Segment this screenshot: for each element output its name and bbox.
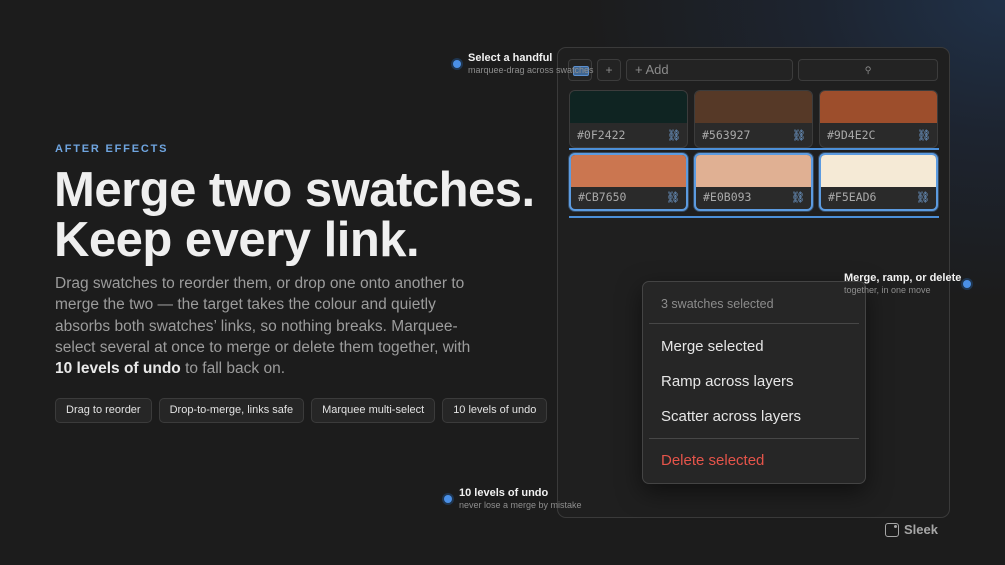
callout-title: Select a handful: [468, 52, 553, 64]
callout-merge: Merge, ramp, or delete together, in one …: [844, 272, 971, 295]
menu-item-delete-selected[interactable]: Delete selected: [661, 452, 764, 469]
add-swatch-button[interactable]: +: [597, 59, 621, 81]
link-icon: ⛓: [916, 192, 930, 204]
swatch-hex: #F5EAD6: [828, 190, 877, 204]
callout-undo: 10 levels of undo never lose a merge by …: [444, 487, 582, 510]
link-icon: ⛓: [666, 192, 680, 204]
brand-name: Sleek: [904, 522, 938, 537]
swatch-tile[interactable]: #0F2422 ⛓: [569, 90, 688, 148]
callout-subtitle: marquee-drag across swatches: [468, 65, 594, 75]
swatch-tile-selected[interactable]: #E0B093 ⛓: [694, 153, 813, 211]
swatch-tile[interactable]: #9D4E2C ⛓: [819, 90, 938, 148]
chip-drop-to-merge: Drop-to-merge, links safe: [158, 398, 305, 423]
menu-divider: [649, 438, 859, 439]
row-drop-indicator: [569, 216, 939, 218]
callout-title: 10 levels of undo: [459, 487, 549, 499]
menu-item-ramp-across-layers[interactable]: Ramp across layers: [661, 373, 794, 390]
swatch-color: [696, 155, 811, 187]
menu-header: 3 swatches selected: [661, 297, 774, 311]
row-drop-indicator: [569, 148, 939, 150]
menu-item-merge-selected[interactable]: Merge selected: [661, 338, 764, 355]
chip-drag-to-reorder: Drag to reorder: [55, 398, 152, 423]
search-icon: ⚲: [864, 65, 872, 75]
callout-dot: [453, 60, 461, 68]
link-icon: ⛓: [791, 192, 805, 204]
body-copy: Drag swatches to reorder them, or drop o…: [55, 273, 475, 379]
swatch-color: [571, 155, 686, 187]
link-icon: ⛓: [917, 130, 931, 142]
brand-logo: Sleek: [885, 522, 938, 537]
sleek-logo-icon: [885, 522, 899, 537]
eyebrow-label: AFTER EFFECTS: [55, 143, 169, 155]
swatch-color: [820, 91, 937, 123]
menu-divider: [649, 323, 859, 324]
swatch-hex: #563927: [702, 128, 751, 142]
callout-dot: [444, 495, 452, 503]
swatch-hex: #0F2422: [577, 128, 626, 142]
swatch-color: [821, 155, 936, 187]
callout-dot: [963, 280, 971, 288]
body-text: Drag swatches to reorder them, or drop o…: [55, 275, 471, 356]
headline-line-1: Merge two swatches.: [54, 163, 535, 217]
feature-chips: Drag to reorder Drop-to-merge, links saf…: [55, 398, 548, 423]
headline: Merge two swatches. Keep every link.: [54, 165, 535, 265]
callout-title: Merge, ramp, or delete: [844, 272, 962, 284]
search-button[interactable]: ⚲: [798, 59, 938, 81]
chip-undo-levels: 10 levels of undo: [442, 398, 548, 423]
swatch-color: [695, 91, 812, 123]
swatch-tile-selected[interactable]: #CB7650 ⛓: [569, 153, 688, 211]
link-icon: ⛓: [667, 130, 681, 142]
callout-select: Select a handful marquee-drag across swa…: [453, 52, 594, 75]
swatch-hex: #9D4E2C: [827, 128, 876, 142]
swatch-tile-selected[interactable]: #F5EAD6 ⛓: [819, 153, 938, 211]
menu-item-scatter-across-layers[interactable]: Scatter across layers: [661, 408, 801, 425]
link-icon: ⛓: [792, 130, 806, 142]
swatch-color: [570, 91, 687, 123]
headline-line-2: Keep every link.: [54, 213, 420, 267]
context-menu: 3 swatches selected Merge selected Ramp …: [642, 281, 866, 484]
body-tail: to fall back on.: [180, 360, 286, 378]
add-swatch-input[interactable]: + Add: [626, 59, 793, 81]
body-emphasis: 10 levels of undo: [55, 360, 181, 378]
swatch-tile[interactable]: #563927 ⛓: [694, 90, 813, 148]
chip-marquee-multi-select: Marquee multi-select: [311, 398, 436, 423]
callout-subtitle: together, in one move: [844, 285, 931, 295]
swatch-hex: #CB7650: [578, 190, 627, 204]
swatch-hex: #E0B093: [703, 190, 752, 204]
callout-subtitle: never lose a merge by mistake: [459, 500, 582, 510]
